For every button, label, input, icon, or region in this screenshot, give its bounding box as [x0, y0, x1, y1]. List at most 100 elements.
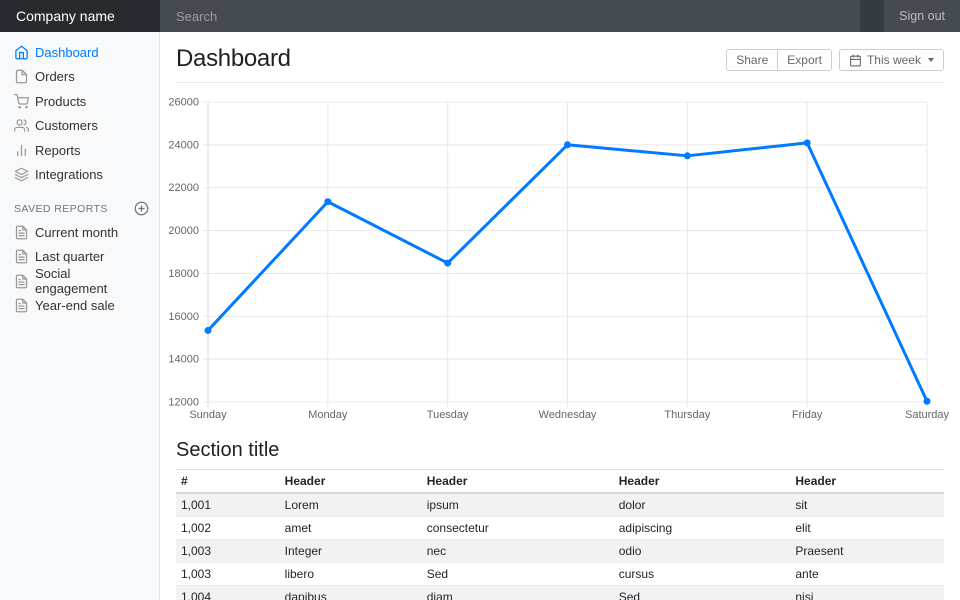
svg-text:12000: 12000 — [168, 397, 199, 409]
home-icon — [14, 45, 29, 60]
table-header-cell: Header — [614, 470, 791, 494]
table-header-cell: Header — [422, 470, 614, 494]
table-cell: Praesent — [790, 540, 944, 563]
table-row: 1,003 libero Sed cursus ante — [176, 563, 944, 586]
table-cell: sit — [790, 493, 944, 517]
sidebar-item-products[interactable]: Products — [0, 89, 159, 114]
table-header-row: # Header Header Header Header — [176, 470, 944, 494]
table-cell: nisi — [790, 586, 944, 600]
table-cell: dapibus — [280, 586, 422, 600]
svg-text:22000: 22000 — [168, 182, 199, 194]
table-cell: cursus — [614, 563, 791, 586]
brand-link[interactable]: Company name — [0, 0, 160, 32]
table-cell: 1,003 — [176, 563, 280, 586]
layers-icon — [14, 167, 29, 182]
file-text-icon — [14, 274, 29, 289]
table-cell: nec — [422, 540, 614, 563]
sales-chart: 1200014000160001800020000220002400026000… — [176, 91, 944, 427]
period-label: This week — [867, 53, 921, 67]
search-input[interactable] — [160, 0, 860, 32]
sidebar-item-year-end-sale[interactable]: Year-end sale — [0, 294, 159, 319]
table-cell: 1,004 — [176, 586, 280, 600]
calendar-icon — [849, 54, 862, 67]
sidebar-item-integrations[interactable]: Integrations — [0, 163, 159, 188]
plus-circle-icon[interactable] — [134, 201, 149, 216]
table-header-cell: Header — [790, 470, 944, 494]
share-button[interactable]: Share — [726, 49, 777, 71]
table-cell: 1,001 — [176, 493, 280, 517]
table-cell: Sed — [614, 586, 791, 600]
file-text-icon — [14, 298, 29, 313]
top-navbar: Company name Sign out — [0, 0, 960, 32]
svg-text:Tuesday: Tuesday — [427, 409, 469, 421]
svg-text:20000: 20000 — [168, 225, 199, 237]
table-cell: 1,003 — [176, 540, 280, 563]
sidebar-item-current-month[interactable]: Current month — [0, 220, 159, 245]
table-cell: ipsum — [422, 493, 614, 517]
svg-text:Friday: Friday — [792, 409, 823, 421]
table-row: 1,001 Lorem ipsum dolor sit — [176, 493, 944, 517]
bar-chart-icon — [14, 143, 29, 158]
caret-down-icon — [928, 58, 934, 62]
sidebar-item-label: Last quarter — [35, 249, 104, 264]
file-icon — [14, 69, 29, 84]
data-table: # Header Header Header Header 1,001 Lore… — [176, 469, 944, 600]
table-header-cell: Header — [280, 470, 422, 494]
sidebar-item-label: Customers — [35, 118, 98, 133]
table-cell: Sed — [422, 563, 614, 586]
table-header-cell: # — [176, 470, 280, 494]
sidebar-item-label: Orders — [35, 69, 75, 84]
toolbar: Share Export This week — [726, 49, 944, 73]
svg-text:Saturday: Saturday — [905, 409, 950, 421]
table-cell: ante — [790, 563, 944, 586]
table-row: 1,004 dapibus diam Sed nisi — [176, 586, 944, 600]
sign-out-link[interactable]: Sign out — [884, 0, 960, 32]
svg-text:18000: 18000 — [168, 268, 199, 280]
table-row: 1,002 amet consectetur adipiscing elit — [176, 517, 944, 540]
section-title: Section title — [176, 439, 944, 462]
sidebar: Dashboard Orders Products Customers Repo… — [0, 32, 160, 600]
sidebar-item-label: Dashboard — [35, 45, 99, 60]
page-header: Dashboard Share Export This week — [176, 32, 944, 83]
svg-text:Thursday: Thursday — [664, 409, 710, 421]
svg-text:14000: 14000 — [168, 354, 199, 366]
export-button[interactable]: Export — [777, 49, 832, 71]
period-dropdown-button[interactable]: This week — [839, 49, 944, 71]
sidebar-item-label: Integrations — [35, 167, 103, 182]
table-cell: consectetur — [422, 517, 614, 540]
sidebar-item-dashboard[interactable]: Dashboard — [0, 40, 159, 65]
table-cell: amet — [280, 517, 422, 540]
svg-text:Monday: Monday — [308, 409, 348, 421]
file-text-icon — [14, 249, 29, 264]
cart-icon — [14, 94, 29, 109]
svg-text:Wednesday: Wednesday — [539, 409, 597, 421]
file-text-icon — [14, 225, 29, 240]
table-cell: elit — [790, 517, 944, 540]
sidebar-item-label: Social engagement — [35, 266, 145, 296]
users-icon — [14, 118, 29, 133]
sidebar-item-label: Current month — [35, 225, 118, 240]
navbar-right: Sign out — [884, 0, 960, 32]
svg-text:16000: 16000 — [168, 311, 199, 323]
table-cell: libero — [280, 563, 422, 586]
table-row: 1,003 Integer nec odio Praesent — [176, 540, 944, 563]
table-cell: Integer — [280, 540, 422, 563]
share-export-group: Share Export — [726, 49, 832, 71]
saved-reports-heading: Saved reports — [0, 201, 159, 216]
sidebar-item-reports[interactable]: Reports — [0, 138, 159, 163]
sidebar-item-label: Year-end sale — [35, 298, 115, 313]
sidebar-item-social-engagement[interactable]: Social engagement — [0, 269, 159, 294]
svg-text:26000: 26000 — [168, 97, 199, 109]
chart-container: 1200014000160001800020000220002400026000… — [176, 91, 944, 427]
table-cell: 1,002 — [176, 517, 280, 540]
table-cell: Lorem — [280, 493, 422, 517]
svg-text:24000: 24000 — [168, 139, 199, 151]
sidebar-item-label: Reports — [35, 143, 81, 158]
table-cell: dolor — [614, 493, 791, 517]
page-title: Dashboard — [176, 45, 291, 73]
table-cell: odio — [614, 540, 791, 563]
sidebar-item-customers[interactable]: Customers — [0, 114, 159, 139]
svg-text:Sunday: Sunday — [189, 409, 227, 421]
main-content: Dashboard Share Export This week 1200014… — [160, 0, 960, 600]
sidebar-item-orders[interactable]: Orders — [0, 65, 159, 90]
